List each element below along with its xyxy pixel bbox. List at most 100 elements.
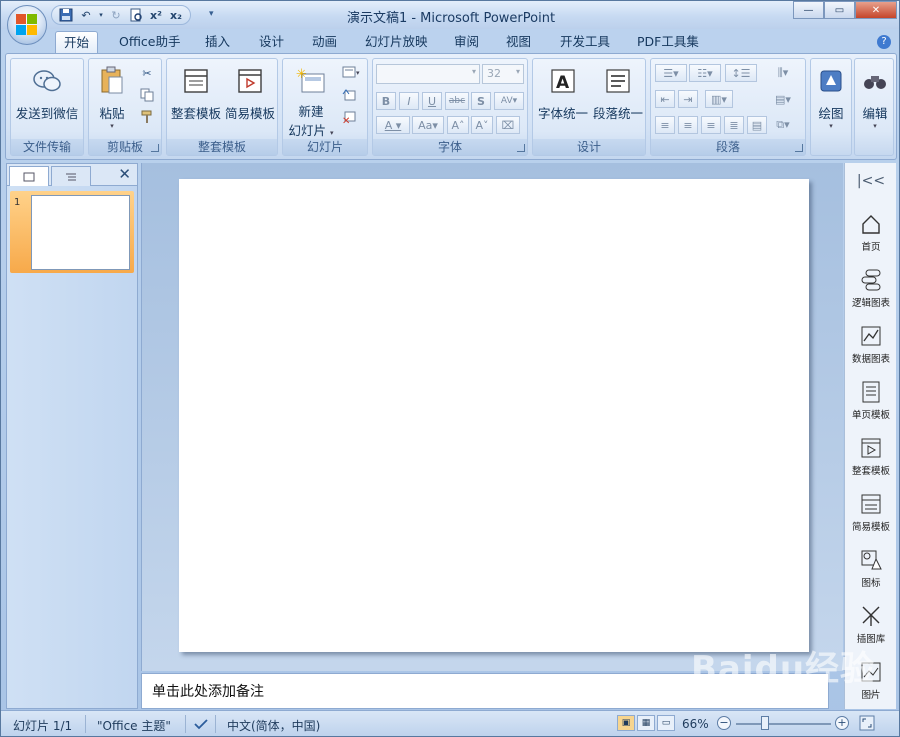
paste-button[interactable]: 粘贴 ▾ [93, 65, 131, 130]
font-launcher-icon[interactable] [517, 144, 525, 152]
bullets-icon[interactable]: ☰▾ [655, 64, 687, 82]
slideshow-view-icon[interactable]: ▭ [657, 715, 675, 731]
pane-tabs: ✕ [7, 164, 137, 186]
underline-icon[interactable]: U [422, 92, 442, 110]
strikethrough-icon[interactable]: abc [445, 92, 469, 110]
maximize-button[interactable]: ▭ [824, 1, 855, 19]
language-indicator[interactable]: 中文(简体，中国) [227, 717, 320, 734]
simple-template-button[interactable]: 简易模板 [223, 65, 277, 122]
paragraph-launcher-icon[interactable] [795, 144, 803, 152]
increase-indent-icon[interactable]: ⇥ [678, 90, 698, 108]
tab-developer[interactable]: 开发工具 [552, 31, 618, 53]
ribbon-tabs: 开始 Office助手 插入 设计 动画 幻灯片放映 审阅 视图 开发工具 PD… [1, 29, 899, 53]
font-name-field[interactable]: ▾ [376, 64, 480, 84]
reset-slide-icon[interactable] [341, 87, 357, 103]
sidebar-item-illustration-library[interactable]: 插图库 [845, 603, 897, 645]
clipboard-launcher-icon[interactable] [151, 144, 159, 152]
tab-slideshow[interactable]: 幻灯片放映 [357, 31, 436, 53]
distribute-icon[interactable]: ▤ [747, 116, 767, 134]
sidebar-item-full-template[interactable]: 整套模板 [845, 435, 897, 477]
shadow-icon[interactable]: S [471, 92, 491, 110]
new-slide-dropdown-icon[interactable]: ▾ [330, 129, 334, 137]
columns-icon[interactable]: ▥▾ [705, 90, 733, 108]
clear-format-icon[interactable]: ⌧ [496, 116, 520, 134]
zoom-in-icon[interactable]: + [835, 716, 849, 730]
sidebar-item-icons[interactable]: 图标 [845, 547, 897, 589]
close-pane-icon[interactable]: ✕ [118, 165, 131, 183]
para-unify-button[interactable]: 段落统一 [591, 65, 645, 122]
zoom-out-icon[interactable]: − [717, 716, 731, 730]
sidebar-scroll-down-icon[interactable]: ˅ [845, 693, 897, 703]
sidebar-item-simple-template[interactable]: 简易模板 [845, 491, 897, 533]
font-size-field[interactable]: 32 ▾ [482, 64, 524, 84]
send-to-wechat-button[interactable]: 发送到微信 [15, 65, 79, 122]
justify-icon[interactable]: ≣ [724, 116, 744, 134]
tab-office-assistant[interactable]: Office助手 [111, 31, 189, 53]
line-spacing-icon[interactable]: ↕☰ [725, 64, 757, 82]
slide-thumbnail[interactable] [31, 195, 130, 270]
change-case-icon[interactable]: Aa▾ [412, 116, 444, 134]
layout-icon[interactable]: ▾ [341, 65, 363, 81]
bold-icon[interactable]: B [376, 92, 396, 110]
baidu-watermark: Baidu经验 [691, 649, 876, 689]
new-slide-button[interactable]: ✳ 新建 幻灯片 ▾ [285, 65, 337, 139]
slide-thumbnail-selected[interactable]: 1 [10, 191, 134, 273]
fit-to-window-icon[interactable] [859, 715, 875, 734]
outline-tab-icon[interactable] [51, 166, 91, 186]
text-direction-icon[interactable]: ⫼▾ [769, 64, 797, 82]
italic-icon[interactable]: I [399, 92, 419, 110]
shrink-font-icon[interactable]: A˅ [471, 116, 493, 134]
grow-font-icon[interactable]: A˄ [447, 116, 469, 134]
slide-canvas[interactable] [179, 179, 809, 652]
tab-pdf-tools[interactable]: PDF工具集 [629, 31, 707, 53]
sidebar-item-data-chart[interactable]: 数据图表 [845, 323, 897, 365]
collapse-sidebar-icon[interactable]: |<< [845, 173, 897, 189]
align-text-icon[interactable]: ▤▾ [769, 90, 797, 108]
editing-button[interactable]: 编辑 ▾ [857, 65, 893, 130]
group-drawing: 绘图 ▾ [810, 58, 852, 156]
close-button[interactable]: ✕ [855, 1, 897, 19]
char-spacing-icon[interactable]: AV▾ [494, 92, 524, 110]
zoom-slider-track[interactable] [736, 723, 831, 725]
numbering-icon[interactable]: ☷▾ [689, 64, 721, 82]
align-right-icon[interactable]: ≡ [701, 116, 721, 134]
tab-view[interactable]: 视图 [498, 31, 539, 53]
svg-text:A: A [556, 73, 570, 93]
sidebar-item-single-page-template[interactable]: 单页模板 [845, 379, 897, 421]
sidebar-item-home[interactable]: 首页 [845, 211, 897, 253]
group-label-slides: 幻灯片 [283, 139, 367, 155]
tab-animation[interactable]: 动画 [304, 31, 345, 53]
svg-text:✕: ✕ [342, 116, 350, 124]
tab-insert[interactable]: 插入 [197, 31, 238, 53]
font-color-icon[interactable]: A ▾ [376, 116, 410, 134]
cut-icon[interactable]: ✂ [139, 65, 155, 81]
align-center-icon[interactable]: ≡ [678, 116, 698, 134]
tab-design[interactable]: 设计 [251, 31, 292, 53]
smartart-icon[interactable]: ⧉▾ [769, 116, 797, 134]
office-button[interactable] [7, 5, 47, 45]
slide-sorter-view-icon[interactable]: ▦ [637, 715, 655, 731]
tab-review[interactable]: 审阅 [446, 31, 487, 53]
tab-home[interactable]: 开始 [55, 31, 99, 53]
minimize-button[interactable]: — [793, 1, 824, 19]
slides-pane: ✕ 1 [6, 163, 138, 709]
copy-icon[interactable] [139, 87, 155, 103]
icons-icon [858, 547, 884, 573]
theme-name[interactable]: "Office 主题" [97, 717, 171, 734]
sidebar-item-logic-chart[interactable]: 逻辑图表 [845, 267, 897, 309]
align-left-icon[interactable]: ≡ [655, 116, 675, 134]
help-icon[interactable]: ? [877, 35, 891, 49]
zoom-level[interactable]: 66% [682, 717, 709, 731]
font-unify-button[interactable]: A 字体统一 [535, 65, 591, 122]
normal-view-icon[interactable]: ▣ [617, 715, 635, 731]
zoom-slider-thumb[interactable] [761, 716, 769, 730]
full-template-button[interactable]: 整套模板 [169, 65, 223, 122]
format-painter-icon[interactable] [139, 109, 155, 125]
slides-tab-icon[interactable] [9, 166, 49, 186]
decrease-indent-icon[interactable]: ⇤ [655, 90, 675, 108]
drawing-button[interactable]: 绘图 ▾ [813, 65, 849, 130]
group-editing: 编辑 ▾ [854, 58, 894, 156]
paste-dropdown-icon[interactable]: ▾ [93, 122, 131, 130]
spellcheck-icon[interactable] [193, 717, 211, 734]
delete-slide-icon[interactable]: ✕ [341, 109, 357, 125]
